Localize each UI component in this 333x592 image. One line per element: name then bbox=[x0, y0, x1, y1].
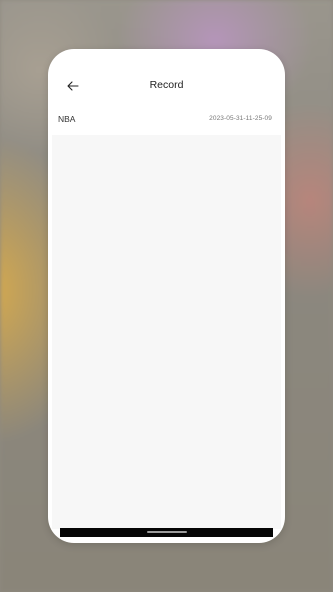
system-nav-bar bbox=[60, 528, 273, 537]
record-name: NBA bbox=[58, 114, 76, 124]
record-list-area bbox=[52, 135, 281, 529]
page-title: Record bbox=[149, 79, 184, 91]
home-indicator[interactable] bbox=[146, 531, 187, 533]
record-row[interactable]: NBA 2023-05-31-11-25-09 bbox=[48, 109, 285, 135]
app-window: Record NBA 2023-05-31-11-25-09 bbox=[48, 49, 285, 543]
record-date: 2023-05-31-11-25-09 bbox=[209, 115, 272, 122]
